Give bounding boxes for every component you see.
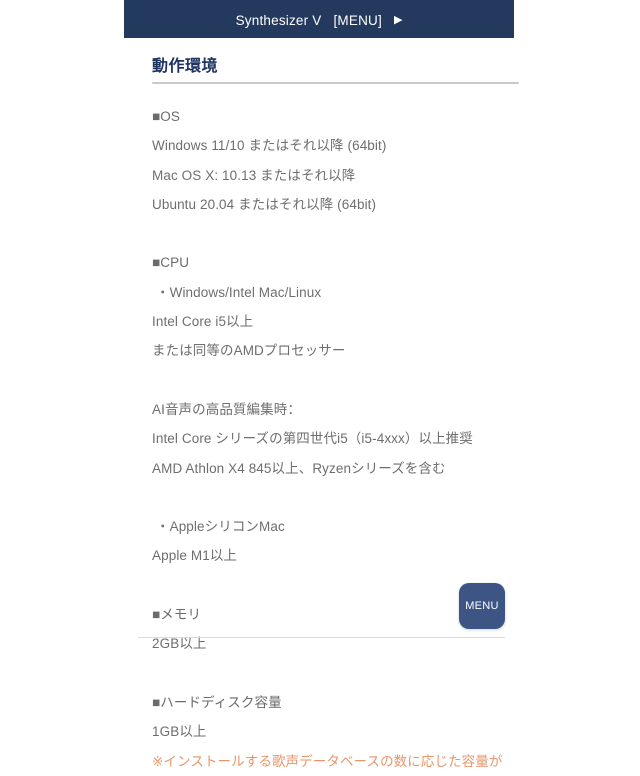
os-line-ubuntu: Ubuntu 20.04 またはそれ以降 (64bit) — [152, 196, 377, 212]
floating-menu-button[interactable]: MENU — [459, 583, 505, 629]
memory-line-size: 2GB以上 — [152, 636, 207, 652]
section-heading-os: ■OS — [152, 109, 180, 124]
site-header-inner: Synthesizer V [MENU] ▶ — [236, 13, 403, 28]
ai-line-amd: AMD Athlon X4 845以上、Ryzenシリーズを含む — [152, 460, 446, 476]
brand-title: Synthesizer V — [235, 12, 322, 28]
cpu-bullet-windows-intel: ・Windows/Intel Mac/Linux — [156, 284, 322, 300]
cpu-bullet-apple-silicon: ・AppleシリコンMac — [156, 519, 285, 535]
spacer-apple-memory — [152, 571, 500, 600]
spacer-memory-disk — [152, 659, 500, 688]
harddisk-line-size: 1GB以上 — [152, 724, 207, 740]
cpu-line-amd: または同等のAMDプロセッサー — [152, 343, 346, 359]
page-title: 動作環境 — [152, 58, 219, 75]
section-heading-cpu: ■CPU — [152, 255, 190, 271]
header-menu-button[interactable]: [MENU] — [333, 13, 381, 28]
os-line-windows: Windows 11/10 またはそれ以降 (64bit) — [152, 138, 387, 154]
page-root: Synthesizer V [MENU] ▶ 動作環境 ■OS Windows … — [0, 0, 640, 769]
cpu-line-apple-m1: Apple M1以上 — [152, 548, 238, 564]
bottom-divider — [138, 637, 505, 638]
requirements-body: ■OS Windows 11/10 またはそれ以降 (64bit) Mac OS… — [138, 84, 503, 776]
spacer-ai-apple — [152, 483, 500, 512]
cpu-line-intel-core: Intel Core i5以上 — [152, 314, 254, 330]
ai-line-intel: Intel Core シリーズの第四世代i5（i5-4xxx）以上推奨 — [152, 431, 473, 447]
harddisk-note: ※インストールする歌声データベースの数に応じた容量が — [152, 753, 503, 769]
section-heading-memory: ■メモリ — [152, 607, 202, 623]
site-header: Synthesizer V [MENU] ▶ — [124, 0, 514, 38]
os-line-mac: Mac OS X: 10.13 またはそれ以降 — [152, 167, 356, 183]
play-triangle-icon[interactable]: ▶ — [394, 14, 402, 26]
content-column: 動作環境 ■OS Windows 11/10 またはそれ以降 (64bit) M… — [124, 38, 519, 769]
ai-line-heading: AI音声の高品質編集時： — [152, 401, 301, 417]
spacer-cpu-ai — [152, 366, 500, 395]
section-heading-harddisk: ■ハードディスク容量 — [152, 694, 282, 710]
spacer-os-cpu — [152, 219, 500, 248]
